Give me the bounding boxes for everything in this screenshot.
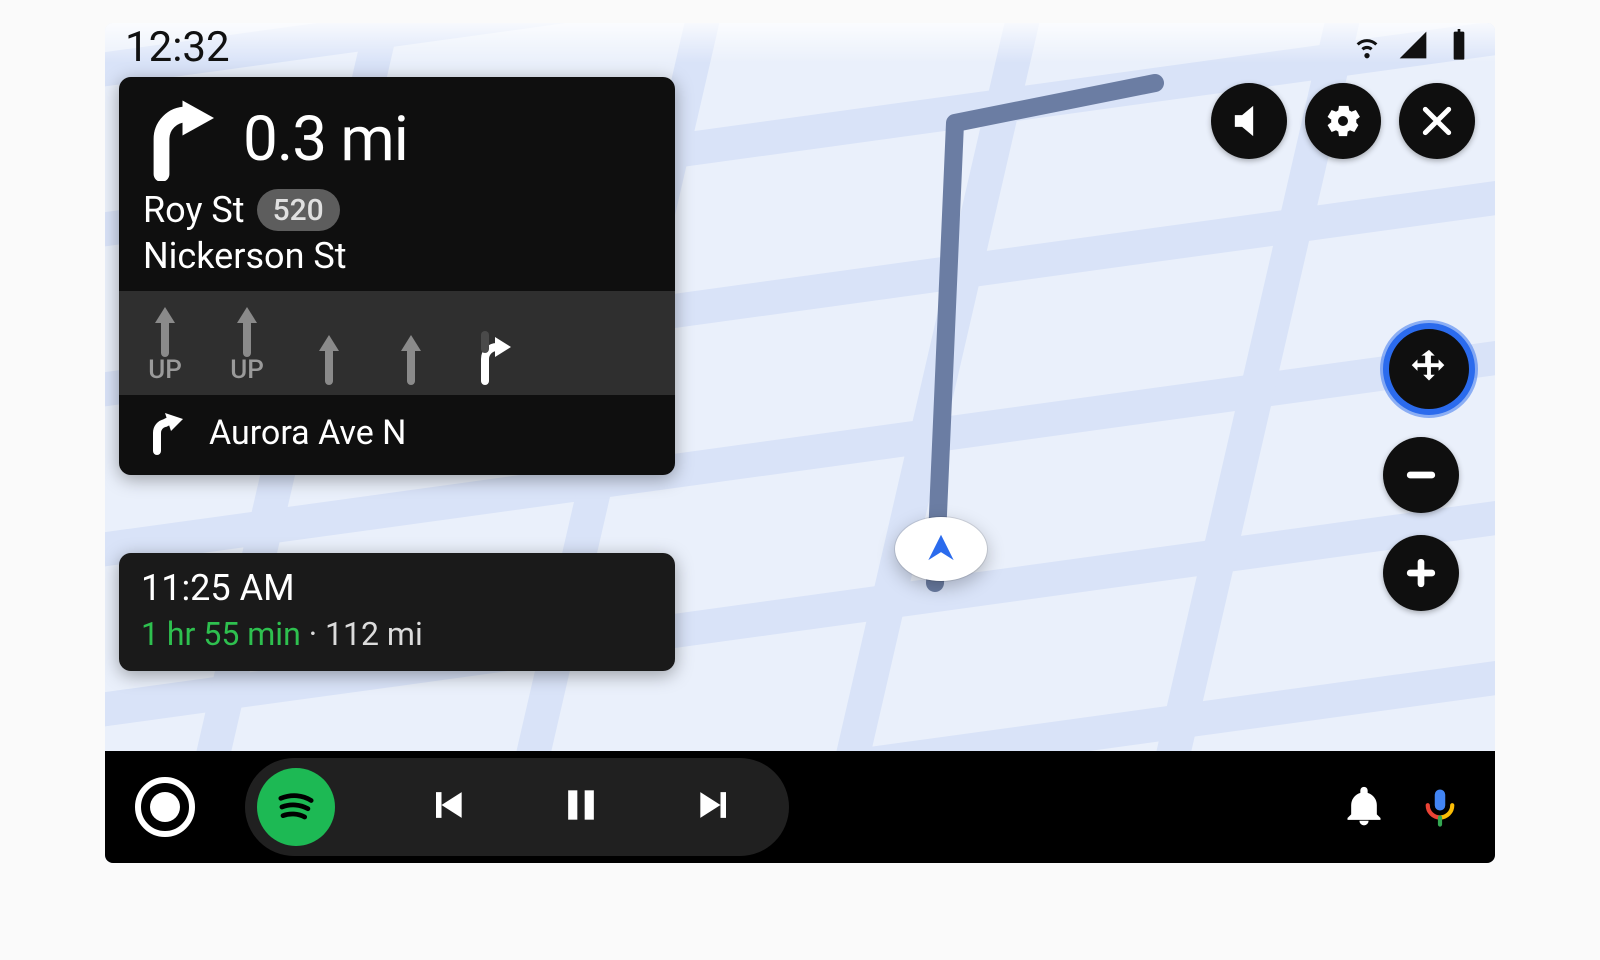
map-canvas[interactable]: 12:32 [105,23,1495,863]
lane-right-icon [473,329,513,385]
eta-arrival-time: 11:25 AM [141,567,653,609]
home-button[interactable] [135,777,195,837]
media-next-button[interactable] [693,783,737,831]
wifi-icon [1351,29,1383,65]
lane-label: UP [230,355,264,385]
route-shield: 520 [257,189,340,231]
cross-street: Nickerson St [119,235,675,291]
system-bar [105,751,1495,863]
notifications-button[interactable] [1339,782,1389,832]
battery-charging-icon [1443,29,1475,65]
cellular-icon [1397,29,1429,65]
mute-button[interactable] [1211,83,1287,159]
spotify-app-button[interactable] [257,768,335,846]
eta-distance: 112 mi [325,615,423,653]
media-player [245,758,789,856]
settings-button[interactable] [1305,83,1381,159]
current-location-marker [895,517,987,581]
status-clock: 12:32 [125,23,230,72]
close-button[interactable] [1399,83,1475,159]
voice-button[interactable] [1415,782,1465,832]
slight-right-icon [141,407,189,459]
zoom-in-button[interactable] [1383,535,1459,611]
eta-separator: · [301,615,325,653]
lane-guidance: UP UP [119,291,675,395]
media-prev-button[interactable] [425,783,469,831]
next-step: Aurora Ave N [119,395,675,475]
turn-street: Roy St [143,189,245,231]
pan-button[interactable] [1383,323,1475,415]
lane-straight-icon [309,329,349,385]
map-action-strip [1211,83,1475,159]
turn-card: 0.3 mi Roy St 520 Nickerson St UP UP [119,77,675,475]
lane-straight-icon: UP [145,301,185,385]
lane-label: UP [148,355,182,385]
lane-straight-icon: UP [227,301,267,385]
map-controls [1383,323,1475,611]
turn-right-icon [137,97,221,181]
eta-duration: 1 hr 55 min [141,615,301,653]
zoom-out-button[interactable] [1383,437,1459,513]
next-step-street: Aurora Ave N [209,413,406,453]
lane-straight-icon [391,329,431,385]
status-icons [1351,29,1475,65]
turn-distance: 0.3 mi [243,103,408,176]
media-pause-button[interactable] [559,783,603,831]
eta-card[interactable]: 11:25 AM 1 hr 55 min · 112 mi [119,553,675,671]
